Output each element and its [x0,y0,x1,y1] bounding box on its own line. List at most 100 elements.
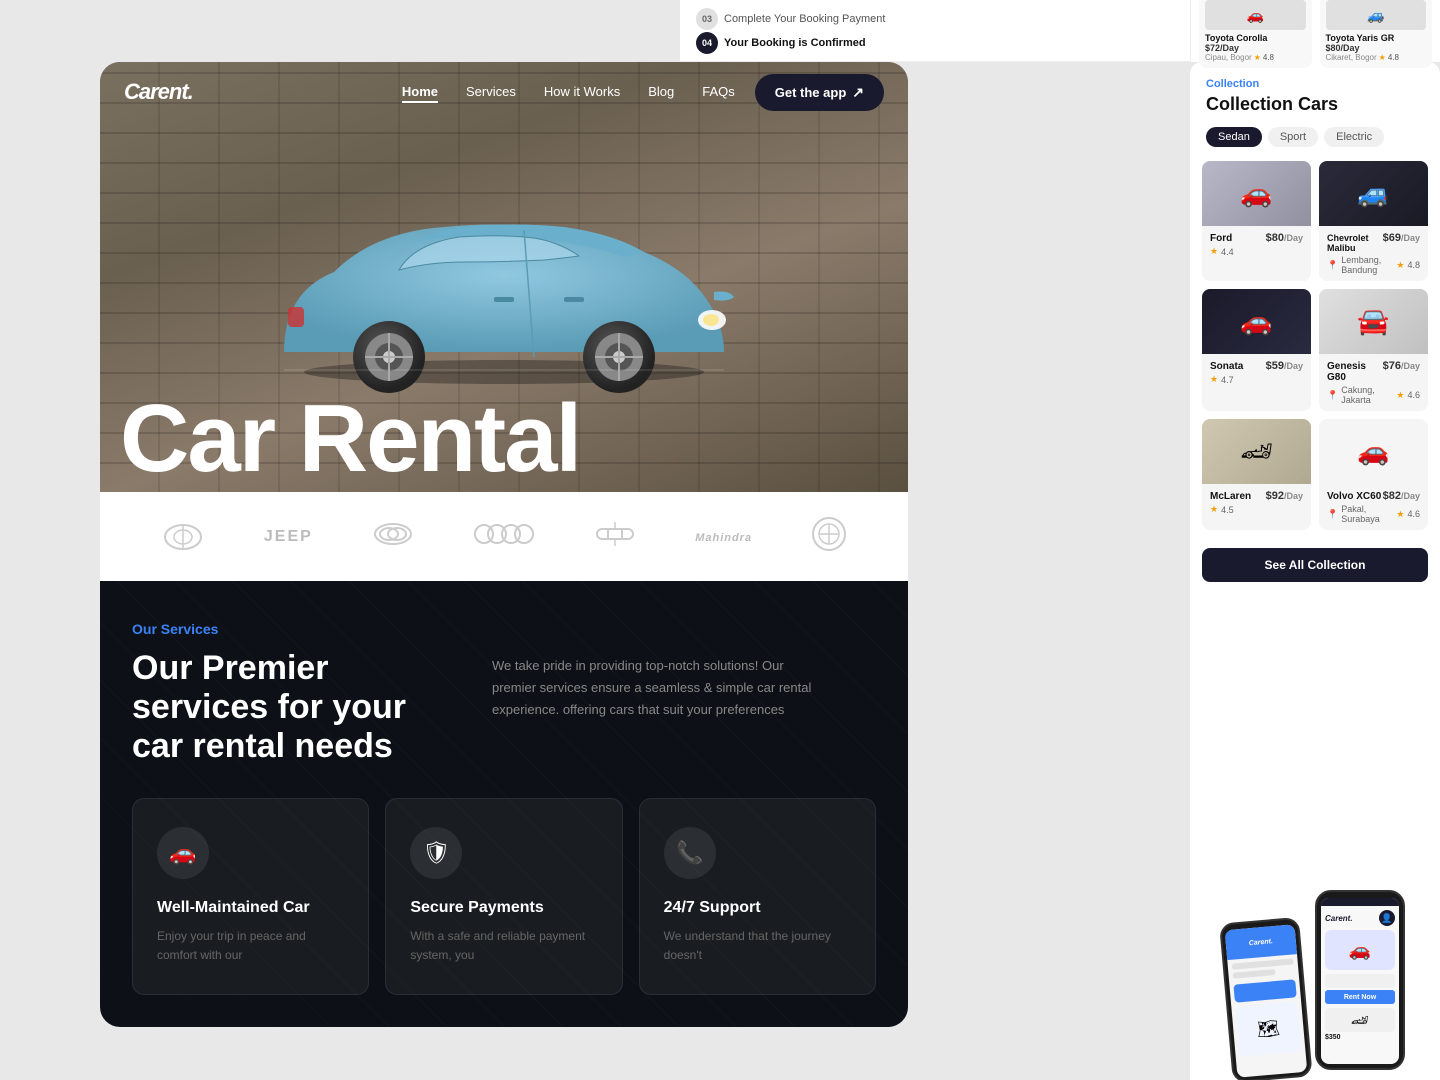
sonata-rating: ★ 4.7 [1210,374,1303,385]
main-card: Carent. Home Services How it Works Blog … [100,62,908,1027]
chevrolet-card-body: Chevrolet Malibu $69/Day 📍 Lembang, Band… [1319,226,1428,281]
toyota-yaris-star: ★ [1379,53,1386,62]
chevrolet-name: Chevrolet Malibu [1327,233,1383,253]
genesis-location-icon: 📍 [1327,390,1338,401]
phone-avatar: 👤 [1379,910,1395,926]
volvo-car-image: 🚗 [1319,419,1428,484]
nav-services[interactable]: Services [466,83,516,101]
get-app-button[interactable]: Get the app ↗ [755,74,884,111]
chevrolet-car-image: 🚙 [1319,161,1428,226]
phone-screen-back: Carent. 🗺 [1225,924,1308,1078]
car-card-sonata[interactable]: 🚗 Sonata $59/Day ★ 4.7 [1202,289,1311,411]
mazda-logo-svg [161,522,205,552]
phone-rent-button[interactable]: Rent Now [1325,990,1395,1004]
volvo-card-body: Volvo XC60 $82/Day 📍 Pakal, Surabaya ★ 4… [1319,484,1428,530]
toyota-yaris-img: 🚙 [1326,0,1427,30]
toyota-logo-svg [371,519,415,549]
nav-faqs[interactable]: FAQs [702,83,735,101]
chevrolet-price: $69/Day [1383,232,1420,244]
ford-price: $80/Day [1266,232,1303,244]
phone-search-bar [1233,979,1296,1002]
mclaren-name: McLaren [1210,491,1251,502]
step-04-label: Your Booking is Confirmed [724,37,866,49]
mahindra-text: Mahindra [695,532,752,544]
phone-line-1 [1232,958,1294,969]
ford-card-body: Ford $80/Day ★ 4.4 [1202,226,1311,263]
genesis-price: $76/Day [1383,360,1420,372]
phone-map-area: 🗺 [1235,1001,1301,1056]
hero-section: Carent. Home Services How it Works Blog … [100,62,908,492]
sonata-card-body: Sonata $59/Day ★ 4.7 [1202,354,1311,391]
collection-title: Collection Cars [1206,94,1424,115]
mclaren-price: $92/Day [1266,490,1303,502]
support-icon-wrap: 📞 [664,827,716,879]
booking-step-03: 03 Complete Your Booking Payment [696,8,885,30]
car-card-genesis[interactable]: 🚘 Genesis G80 $76/Day 📍 Cakung, Jakarta … [1319,289,1428,411]
brand-bmw [811,516,847,557]
payments-card-desc: With a safe and reliable payment system,… [410,927,597,965]
phone-car-preview: 🚗 [1325,930,1395,970]
service-card-maintained: 🚗 Well-Maintained Car Enjoy your trip in… [132,798,369,994]
toyota-corolla-card: 🚗 Toyota Corolla $72/Day Cipau, Bogor ★ … [1199,0,1312,68]
bmw-logo-svg [811,516,847,552]
mclaren-card-body: McLaren $92/Day ★ 4.5 [1202,484,1311,521]
car-card-ford[interactable]: 🚗 Ford $80/Day ★ 4.4 [1202,161,1311,281]
nav-links: Home Services How it Works Blog FAQs [402,83,735,101]
brand-mazda [161,522,205,552]
car-card-chevrolet[interactable]: 🚙 Chevrolet Malibu $69/Day 📍 Lembang, Ba… [1319,161,1428,281]
services-tag: Our Services [132,621,876,637]
services-header: Our Premier services for your car rental… [132,649,876,766]
phone-content-back: 🗺 [1227,954,1306,1061]
services-cards: 🚗 Well-Maintained Car Enjoy your trip in… [132,798,876,994]
phone-mockup-back: Carent. 🗺 [1219,917,1313,1080]
nav-home[interactable]: Home [402,83,438,101]
toyota-corolla-rating: 4.8 [1263,53,1274,62]
chevrolet-rating: 📍 Lembang, Bandung ★ 4.8 [1327,255,1420,275]
sonata-car-image: 🚗 [1202,289,1311,354]
sonata-price: $59/Day [1266,360,1303,372]
nav-blog[interactable]: Blog [648,83,674,101]
car-card-mclaren[interactable]: 🏎 McLaren $92/Day ★ 4.5 [1202,419,1311,530]
genesis-name: Genesis G80 [1327,361,1383,383]
hero-car-image [204,142,804,422]
brand-logo: Carent. [124,79,193,105]
brand-audi [474,522,534,551]
step-03-label: Complete Your Booking Payment [724,13,885,25]
arrow-icon: ↗ [852,84,864,101]
collection-panel: Collection Collection Cars Sedan Sport E… [1190,62,1440,1080]
toyota-yaris-price: $80/Day [1326,43,1427,53]
services-title: Our Premier services for your car rental… [132,649,452,766]
chevrolet-location: 📍 [1327,260,1338,271]
volvo-rating: 📍 Pakal, Surabaya ★ 4.6 [1327,504,1420,524]
toyota-corolla-star: ★ [1254,53,1261,62]
phone-icon: 📞 [676,840,703,866]
see-all-collection-button[interactable]: See All Collection [1202,548,1428,582]
car-svg [204,142,804,422]
genesis-car-image: 🚘 [1319,289,1428,354]
ford-car-image: 🚗 [1202,161,1311,226]
collection-tag: Collection [1206,78,1424,90]
tab-sedan[interactable]: Sedan [1206,127,1262,147]
toyota-corolla-price: $72/Day [1205,43,1306,53]
toyota-corolla-name: Toyota Corolla [1205,33,1306,43]
toyota-yaris-name: Toyota Yaris GR [1326,33,1427,43]
payments-icon-wrap: 🛡 [410,827,462,879]
car-grid: 🚗 Ford $80/Day ★ 4.4 🚙 Chev [1202,161,1428,530]
genesis-rating: 📍 Cakung, Jakarta ★ 4.6 [1327,385,1420,405]
tab-electric[interactable]: Electric [1324,127,1384,147]
car-card-volvo[interactable]: 🚗 Volvo XC60 $82/Day 📍 Pakal, Surabaya ★… [1319,419,1428,530]
brand-jeep: JEEP [264,528,313,546]
phone-mockup-front: Carent. 👤 🚗 Rent Now 🏎 $350 [1315,890,1405,1070]
support-card-title: 24/7 Support [664,899,851,917]
service-card-payments: 🛡 Secure Payments With a safe and reliab… [385,798,622,994]
toyota-yaris-card: 🚙 Toyota Yaris GR $80/Day Cikaret, Bogor… [1320,0,1433,68]
volvo-price: $82/Day [1383,490,1420,502]
navbar: Carent. Home Services How it Works Blog … [100,62,908,122]
nav-how-it-works[interactable]: How it Works [544,83,620,101]
genesis-card-body: Genesis G80 $76/Day 📍 Cakung, Jakarta ★ … [1319,354,1428,411]
brand-nissan [593,519,637,554]
volvo-name: Volvo XC60 [1327,491,1381,502]
payments-card-title: Secure Payments [410,899,597,917]
tab-sport[interactable]: Sport [1268,127,1318,147]
phone-price: $350 [1325,1034,1395,1041]
